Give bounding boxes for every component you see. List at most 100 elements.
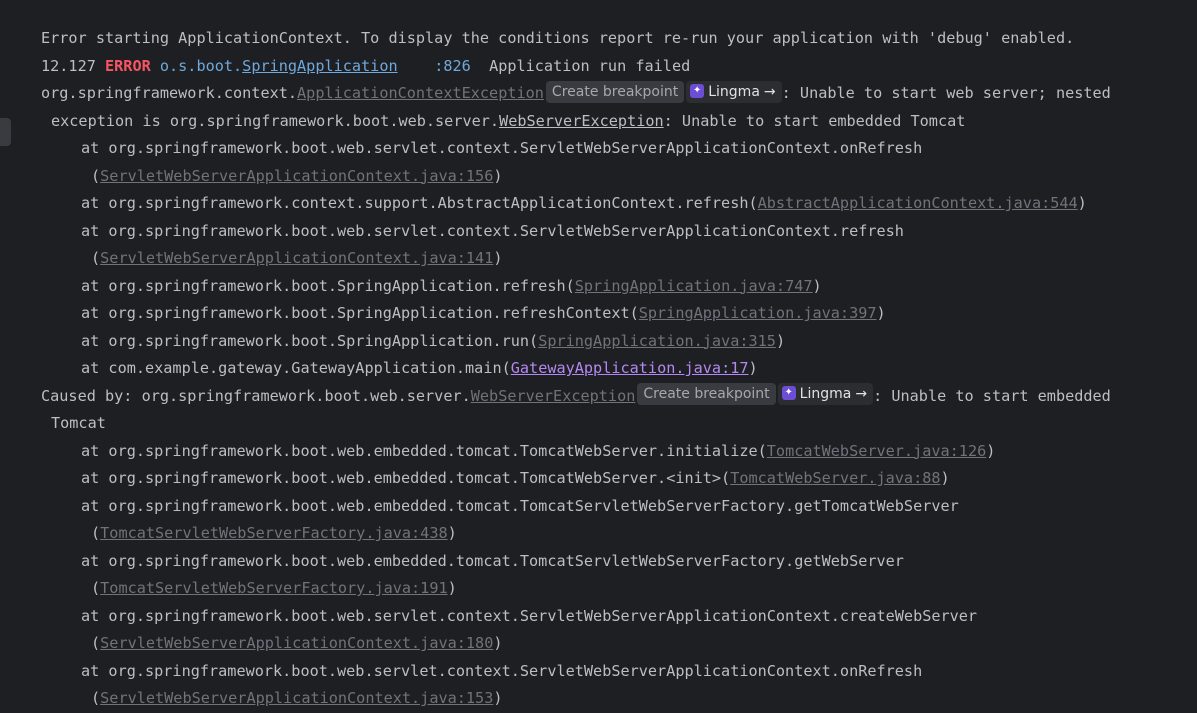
paren: ( [91, 634, 101, 652]
stack-frame: at com.example.gateway.GatewayApplicatio… [41, 355, 1197, 383]
exception-class-link[interactable]: ApplicationContextException [297, 84, 544, 102]
stack-frame-location: (ServletWebServerApplicationContext.java… [41, 685, 1197, 713]
stack-frame-text: at org.springframework.boot.SpringApplic… [81, 331, 539, 350]
source-link[interactable]: SpringApplication.java:747 [575, 277, 813, 295]
source-link[interactable]: ServletWebServerApplicationContext.java:… [100, 689, 493, 707]
source-link[interactable]: SpringApplication.java:397 [639, 304, 877, 322]
log-logger-prefix: o.s.boot. [150, 56, 243, 75]
console-line-caused-by: Caused by: org.springframework.boot.web.… [41, 383, 1197, 411]
exception-class-link[interactable]: WebServerException [499, 112, 664, 130]
stack-frame-text: at org.springframework.boot.SpringApplic… [81, 304, 639, 322]
stack-frame: at org.springframework.boot.web.embedded… [41, 465, 1197, 493]
stack-frame-text: at org.springframework.boot.web.servlet.… [81, 221, 904, 240]
lingma-icon: ✦ [690, 83, 705, 98]
paren: ) [447, 524, 457, 542]
source-link[interactable]: SpringApplication.java:315 [538, 332, 776, 350]
stack-frame: at org.springframework.boot.web.servlet.… [41, 658, 1197, 686]
console-line: Tomcat [41, 410, 1197, 438]
exception-message: : Unable to start embedded [873, 386, 1111, 405]
paren: ) [775, 331, 786, 350]
stack-frame: at org.springframework.boot.SpringApplic… [41, 273, 1197, 301]
stack-frame-text: at org.springframework.boot.web.embedded… [81, 441, 767, 460]
source-link[interactable]: ServletWebServerApplicationContext.java:… [100, 167, 493, 185]
console-text: : Unable to start embedded Tomcat [663, 111, 966, 130]
stack-frame-location: (ServletWebServerApplicationContext.java… [41, 245, 1197, 273]
gutter-marker [0, 118, 11, 146]
log-line-number: :826 [434, 56, 471, 75]
console-line-exception: org.springframework.context.ApplicationC… [41, 80, 1197, 108]
paren: ( [91, 689, 101, 707]
create-breakpoint-button[interactable]: Create breakpoint [545, 80, 685, 103]
log-message: Application run failed [470, 56, 691, 75]
paren: ) [876, 304, 886, 322]
stack-frame: at org.springframework.boot.web.embedded… [41, 438, 1197, 466]
paren: ) [447, 579, 457, 597]
lingma-label: Lingma [708, 83, 760, 100]
stack-frame-text: at org.springframework.boot.web.embedded… [81, 469, 731, 487]
lingma-icon: ✦ [781, 386, 796, 400]
paren: ) [748, 359, 758, 377]
stack-frame-text: at org.springframework.boot.SpringApplic… [81, 276, 575, 295]
paren: ( [91, 166, 101, 185]
stack-frame-location: (ServletWebServerApplicationContext.java… [41, 630, 1197, 658]
stack-frame-text: at org.springframework.boot.web.servlet.… [81, 606, 978, 625]
paren: ) [940, 469, 950, 487]
exception-class-link[interactable]: WebServerException [471, 387, 636, 405]
exception-message: : Unable to start web server; nested [781, 84, 1111, 102]
stack-frame: at org.springframework.boot.SpringApplic… [41, 300, 1197, 328]
stack-frame: at org.springframework.boot.web.servlet.… [41, 603, 1197, 631]
logger-link[interactable]: SpringApplication [242, 57, 397, 75]
source-link[interactable]: TomcatWebServer.java:88 [730, 469, 940, 487]
stack-frame-text: at org.springframework.boot.web.servlet.… [81, 139, 923, 157]
stack-frame: at org.springframework.boot.web.embedded… [41, 548, 1197, 576]
stack-frame-text: at org.springframework.boot.web.embedded… [81, 496, 959, 515]
source-link[interactable]: TomcatWebServer.java:126 [767, 442, 986, 460]
log-spacer [398, 57, 435, 75]
stack-frame-location: (ServletWebServerApplicationContext.java… [41, 163, 1197, 191]
console-line: Error starting ApplicationContext. To di… [41, 25, 1197, 53]
stack-frame: at org.springframework.boot.web.servlet.… [41, 135, 1197, 163]
log-level: ERROR [105, 56, 151, 75]
paren: ( [91, 249, 101, 267]
stack-frame: at org.springframework.context.support.A… [41, 190, 1197, 218]
paren: ) [493, 166, 503, 185]
source-link[interactable]: TomcatServletWebServerFactory.java:191 [100, 579, 447, 597]
paren: ) [812, 276, 822, 295]
lingma-label: Lingma [799, 386, 852, 402]
paren: ) [986, 441, 996, 460]
source-link[interactable]: ServletWebServerApplicationContext.java:… [100, 634, 493, 652]
source-link[interactable]: TomcatServletWebServerFactory.java:438 [100, 524, 447, 542]
lingma-button[interactable]: ✦ Lingma → [686, 80, 782, 103]
stack-frame-text: at org.springframework.boot.web.embedded… [81, 551, 904, 570]
stack-frame: at org.springframework.boot.web.embedded… [41, 493, 1197, 521]
lingma-button[interactable]: ✦ Lingma → [777, 383, 874, 405]
arrow-right-icon: → [855, 386, 868, 402]
paren: ) [493, 249, 503, 267]
console-text: exception is org.springframework.boot.we… [51, 111, 500, 130]
create-breakpoint-button[interactable]: Create breakpoint [637, 383, 776, 405]
paren: ) [1077, 194, 1087, 212]
caused-by-text: Caused by: org.springframework.boot.web.… [41, 386, 471, 405]
log-time: 12.127 [41, 56, 106, 75]
exception-package: org.springframework.context. [41, 84, 298, 102]
paren: ) [493, 634, 503, 652]
console-text: Tomcat [51, 414, 106, 432]
console-output: Error starting ApplicationContext. To di… [41, 25, 1197, 713]
stack-frame: at org.springframework.boot.SpringApplic… [41, 328, 1197, 356]
stack-frame-text: at com.example.gateway.GatewayApplicatio… [81, 359, 511, 377]
paren: ( [91, 579, 101, 597]
stack-frame-location: (TomcatServletWebServerFactory.java:438) [41, 520, 1197, 548]
console-line-error: 12.127 ERROR o.s.boot.SpringApplication … [41, 53, 1197, 81]
paren: ( [91, 524, 101, 542]
arrow-right-icon: → [763, 83, 776, 100]
stack-frame-text: at org.springframework.context.support.A… [81, 194, 758, 212]
stack-frame-text: at org.springframework.boot.web.servlet.… [81, 661, 923, 680]
source-link[interactable]: ServletWebServerApplicationContext.java:… [100, 249, 493, 267]
console-text: Error starting ApplicationContext. To di… [41, 29, 1075, 47]
source-link[interactable]: AbstractApplicationContext.java:544 [758, 194, 1078, 212]
stack-frame: at org.springframework.boot.web.servlet.… [41, 218, 1197, 246]
stack-frame-location: (TomcatServletWebServerFactory.java:191) [41, 575, 1197, 603]
paren: ) [493, 689, 503, 707]
console-line: exception is org.springframework.boot.we… [41, 108, 1197, 136]
source-link-active[interactable]: GatewayApplication.java:17 [511, 359, 749, 377]
